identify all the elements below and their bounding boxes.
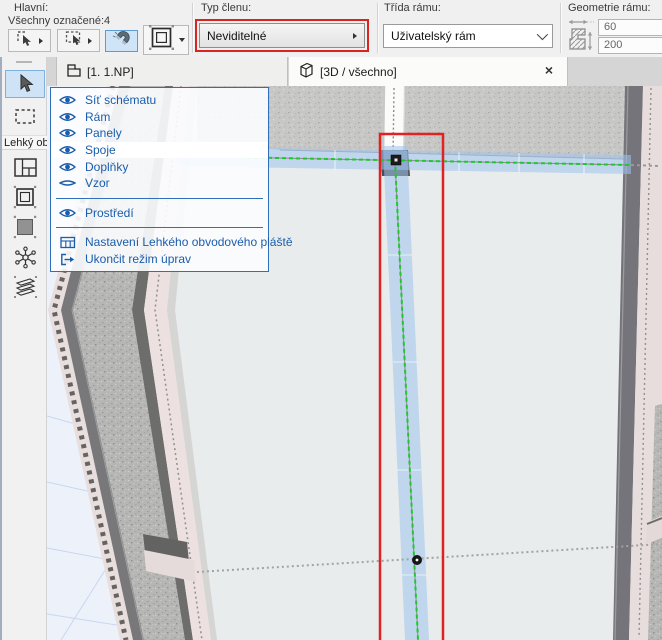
panel-separator [56, 197, 263, 199]
tool-sidebar: Lehký ob [0, 57, 47, 640]
toggle-pattern[interactable]: Vzor [51, 175, 268, 192]
junction-tool-button[interactable] [5, 243, 45, 271]
eye-closed-icon [59, 177, 76, 189]
tab-close-button[interactable]: × [540, 61, 558, 79]
story-icon [65, 62, 82, 81]
marquee-icon [15, 109, 35, 124]
exit-icon [59, 253, 76, 266]
flyout-arrow-icon [39, 37, 43, 44]
marquee-arrow-icon [65, 30, 85, 51]
panel-tool-button[interactable] [5, 213, 45, 241]
arrow-tool-button[interactable] [5, 70, 45, 98]
scheme-node-bottom[interactable] [412, 555, 422, 565]
dropdown-arrow-icon [178, 38, 185, 42]
selection-frame-button[interactable] [143, 25, 189, 55]
member-type-highlight-frame: Neviditelné [195, 19, 369, 52]
item-label: Nastavení Lehkého obvodového pláště [85, 235, 293, 250]
accessory-tool-button[interactable] [5, 273, 45, 301]
eye-open-icon [59, 144, 76, 156]
item-label: Doplňky [85, 159, 129, 174]
eye-open-icon [59, 94, 76, 106]
toolbar-separator [377, 3, 379, 53]
toggle-environment[interactable]: Prostředí [51, 205, 268, 222]
eye-open-icon [59, 127, 76, 139]
marquee-tool-button[interactable] [5, 103, 45, 131]
member-type-label: Typ členu: [201, 2, 252, 14]
selection-status: Všechny označené:4 [8, 15, 111, 27]
panel-icon [13, 215, 37, 239]
open-curtain-wall-settings[interactable]: Nastavení Lehkého obvodového pláště [51, 234, 293, 251]
toggle-panels[interactable]: Panely [51, 125, 268, 142]
item-label: Vzor [85, 176, 110, 191]
panel-separator [56, 227, 263, 229]
frame-tool-button[interactable] [5, 183, 45, 211]
frame-geometry-icon [565, 16, 595, 61]
cursor-arrow-icon [20, 73, 34, 93]
member-type-combo[interactable]: Neviditelné [199, 23, 365, 48]
select-arrow-button[interactable] [8, 29, 51, 52]
toolbar-separator [560, 3, 562, 53]
toolbar-separator [192, 3, 194, 53]
toggle-accessories[interactable]: Doplňky [51, 158, 268, 175]
marquee-select-button[interactable] [57, 29, 100, 52]
frame-icon [148, 24, 175, 56]
toggle-junctions[interactable]: Spoje [51, 141, 268, 159]
curtain-wall-group-label[interactable]: Lehký ob [2, 135, 47, 150]
toggle-scheme-grid[interactable]: Síť schématu [51, 92, 268, 109]
frame-member-icon [13, 185, 37, 209]
eye-open-icon [59, 161, 76, 173]
3d-box-icon [297, 61, 315, 82]
application-window: Hlavní: Všechny označené:4 Typ členu: Ne… [0, 0, 662, 640]
scheme-node-top[interactable] [390, 154, 402, 166]
chevron-down-icon [536, 28, 549, 41]
item-label: Síť schématu [85, 93, 157, 108]
arrow-dashed-icon [16, 30, 36, 51]
item-label: Prostředí [85, 205, 134, 220]
eye-open-icon [59, 111, 76, 123]
magnet-icon [112, 30, 132, 53]
item-label: Panely [85, 126, 122, 141]
frame-depth-field[interactable]: 200 [598, 37, 662, 54]
tab-floor-plan[interactable]: [1. 1.NP] [56, 57, 288, 86]
toolbar-drag-handle[interactable] [16, 61, 32, 63]
frame-class-select[interactable]: Uživatelský rám [383, 24, 553, 48]
toggle-frames[interactable]: Rám [51, 109, 268, 126]
flyout-arrow-icon [88, 37, 92, 44]
eye-open-icon [59, 207, 76, 219]
junction-icon [14, 246, 36, 268]
magnet-toggle-button[interactable] [105, 30, 138, 52]
item-label: Spoje [85, 143, 116, 158]
main-group-label: Hlavní: [14, 2, 49, 14]
accessory-louvers-icon [13, 276, 37, 298]
tab-label: [1. 1.NP] [87, 64, 134, 79]
item-label: Rám [85, 109, 111, 124]
scheme-grid-icon [13, 157, 37, 177]
settings-grid-icon [59, 236, 76, 249]
frame-geometry-label: Geometrie rámu: [568, 2, 651, 14]
frame-class-value: Uživatelský rám [391, 29, 476, 43]
scheme-tool-button[interactable] [5, 153, 45, 181]
frame-class-label: Třída rámu: [384, 2, 441, 14]
frame-width-field[interactable]: 60 [598, 19, 662, 36]
tab-label: [3D / všechno] [320, 64, 397, 79]
top-toolbar: Hlavní: Všechny označené:4 Typ členu: Ne… [0, 0, 662, 58]
combo-arrow-icon [353, 32, 357, 39]
view-tab-bar: [1. 1.NP] [3D / všechno] × [47, 57, 662, 86]
curtain-wall-edit-panel: Síť schématu Rám Panely Spoje Doplňky Vz… [50, 87, 293, 273]
member-type-value: Neviditelné [207, 28, 267, 43]
tab-3d-view[interactable]: [3D / všechno] × [289, 57, 568, 86]
item-label: Ukončit režim úprav [85, 252, 192, 267]
exit-edit-mode[interactable]: Ukončit režim úprav [51, 251, 268, 268]
